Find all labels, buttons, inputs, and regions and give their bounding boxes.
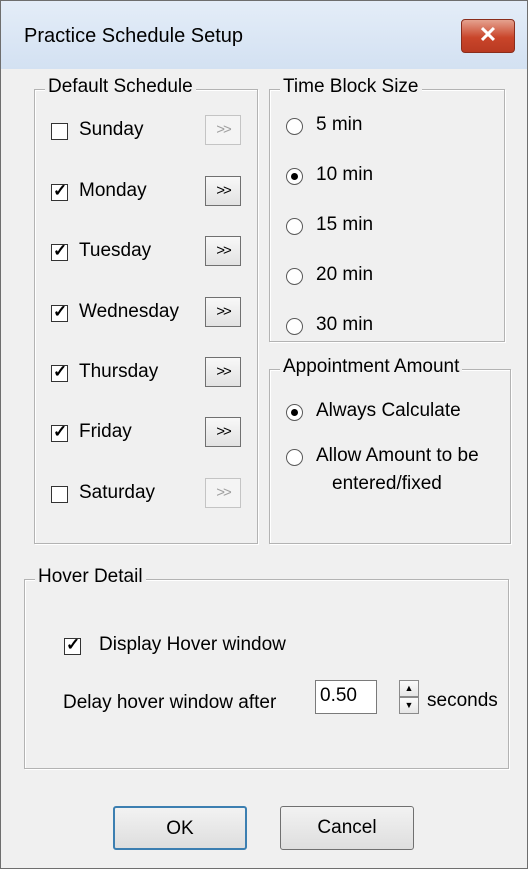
default-schedule-legend: Default Schedule — [45, 76, 196, 98]
time-block-label-30-min: 30 min — [316, 314, 374, 335]
appointment-amount-legend: Appointment Amount — [280, 356, 463, 378]
delay-spin-down-button[interactable]: ▼ — [399, 697, 419, 714]
display-hover-label: Display Hover window — [99, 634, 286, 655]
day-checkbox-wednesday[interactable]: ✓ — [51, 302, 68, 322]
always-calculate-label: Always Calculate — [316, 400, 461, 421]
day-checkbox-tuesday[interactable]: ✓ — [51, 241, 68, 261]
time-block-radio-20-min[interactable] — [286, 268, 303, 285]
delay-hover-label: Delay hover window after — [63, 692, 277, 713]
day-label-monday: Monday — [79, 180, 147, 201]
practice-schedule-dialog: Practice Schedule Setup ✕ Default Schedu… — [0, 0, 528, 869]
day-label-thursday: Thursday — [79, 361, 159, 382]
display-hover-checkbox[interactable]: ✓ — [64, 635, 81, 655]
allow-amount-label-line1: Allow Amount to be — [316, 445, 479, 466]
time-block-radio-15-min[interactable] — [286, 218, 303, 235]
time-block-label-10-min: 10 min — [316, 164, 374, 185]
time-block-size-legend: Time Block Size — [280, 76, 422, 98]
day-detail-button-wednesday[interactable]: >> — [205, 297, 241, 327]
day-checkbox-thursday[interactable]: ✓ — [51, 362, 68, 382]
check-mark-icon: ✓ — [53, 362, 68, 381]
seconds-unit-label: seconds — [427, 690, 498, 711]
close-icon: ✕ — [478, 22, 498, 47]
check-mark-icon: ✓ — [53, 241, 68, 260]
hover-detail-group: Hover Detail ✓ Display Hover window Dela… — [24, 566, 509, 769]
day-detail-button-saturday[interactable]: >> — [205, 478, 241, 508]
allow-amount-radio[interactable] — [286, 449, 303, 466]
time-block-radio-10-min[interactable] — [286, 168, 303, 185]
day-checkbox-sunday[interactable] — [51, 123, 68, 140]
day-detail-button-sunday[interactable]: >> — [205, 115, 241, 145]
hover-detail-legend: Hover Detail — [35, 566, 146, 588]
dialog-client-area: Default Schedule Sunday >> ✓ Monday >> ✓ Tuesd… — [9, 69, 519, 861]
day-detail-button-thursday[interactable]: >> — [205, 357, 241, 387]
delay-spin-up-button[interactable]: ▲ — [399, 680, 419, 697]
day-label-friday: Friday — [79, 421, 132, 442]
default-schedule-group: Default Schedule Sunday >> ✓ Monday >> ✓ Tuesd… — [34, 76, 258, 544]
cancel-button[interactable]: Cancel — [280, 806, 414, 850]
radio-selected-dot — [291, 409, 298, 416]
check-mark-icon: ✓ — [53, 302, 68, 321]
check-mark-icon: ✓ — [66, 635, 81, 654]
day-label-tuesday: Tuesday — [79, 240, 152, 261]
time-block-label-20-min: 20 min — [316, 264, 374, 285]
allow-amount-label-line2: entered/fixed — [332, 473, 442, 494]
day-detail-button-monday[interactable]: >> — [205, 176, 241, 206]
time-block-radio-5-min[interactable] — [286, 118, 303, 135]
day-label-saturday: Saturday — [79, 482, 156, 503]
check-mark-icon: ✓ — [53, 422, 68, 441]
window-title: Practice Schedule Setup — [24, 25, 244, 47]
radio-selected-dot — [291, 173, 298, 180]
day-detail-button-tuesday[interactable]: >> — [205, 236, 241, 266]
delay-seconds-input[interactable]: 0.50 — [315, 680, 377, 714]
day-label-wednesday: Wednesday — [79, 301, 179, 322]
check-mark-icon: ✓ — [53, 181, 68, 200]
time-block-radio-30-min[interactable] — [286, 318, 303, 335]
day-checkbox-saturday[interactable] — [51, 486, 68, 503]
time-block-label-15-min: 15 min — [316, 214, 374, 235]
appointment-amount-group: Appointment Amount Always Calculate Allo… — [269, 356, 511, 544]
always-calculate-radio[interactable] — [286, 404, 303, 421]
day-checkbox-friday[interactable]: ✓ — [51, 422, 68, 442]
close-button[interactable]: ✕ — [461, 19, 515, 53]
time-block-size-group: Time Block Size 5 min 10 min 15 min 20 min 3… — [269, 76, 505, 342]
day-detail-button-friday[interactable]: >> — [205, 417, 241, 447]
ok-button[interactable]: OK — [113, 806, 247, 850]
title-bar[interactable]: Practice Schedule Setup ✕ — [1, 1, 527, 69]
day-checkbox-monday[interactable]: ✓ — [51, 181, 68, 201]
day-label-sunday: Sunday — [79, 119, 144, 140]
time-block-label-5-min: 5 min — [316, 114, 363, 135]
